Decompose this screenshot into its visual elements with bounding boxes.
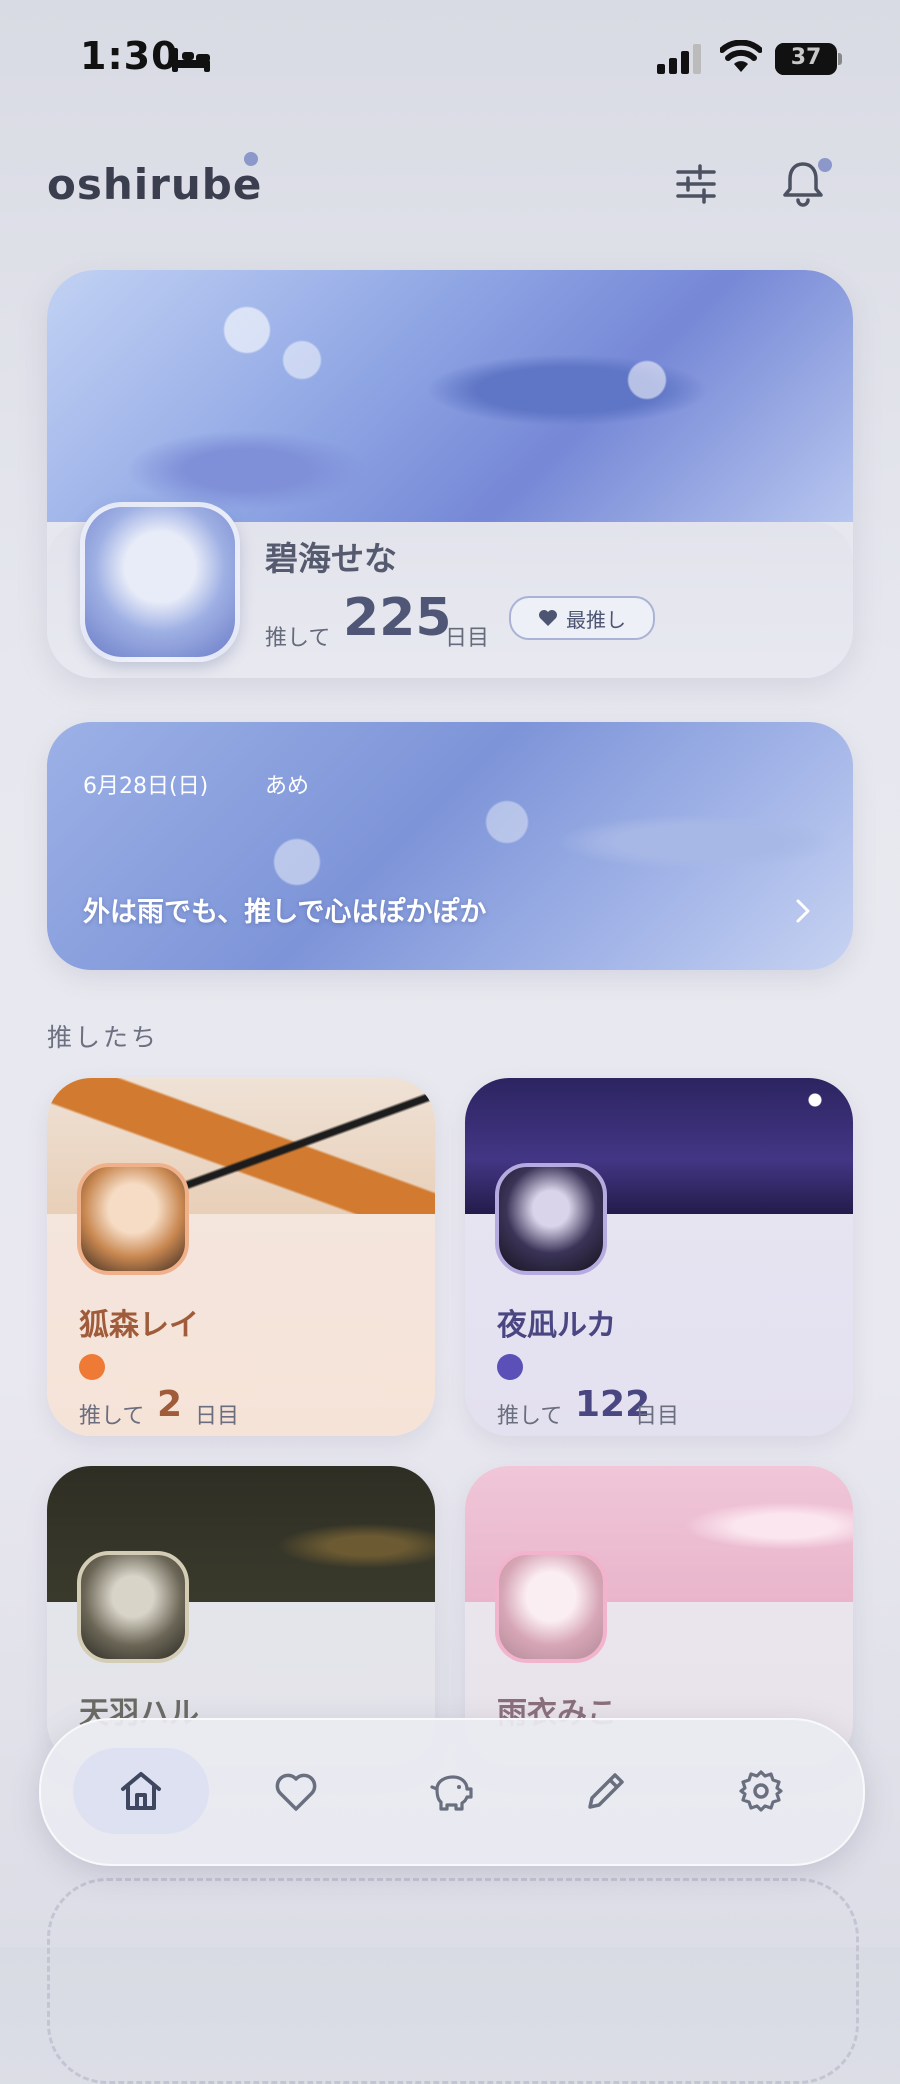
oshi-avatar — [77, 1163, 189, 1275]
home-icon — [121, 1772, 161, 1810]
favorite-badge: 最推し — [509, 596, 655, 640]
status-time: 1:30 — [80, 34, 179, 78]
featured-avatar — [80, 502, 240, 662]
section-title-oshi-list: 推したち — [47, 1023, 160, 1052]
oshi-days-suffix: 日目 — [635, 1404, 680, 1429]
favorite-badge-label: 最推し — [566, 607, 626, 632]
featured-days-count: 225 — [343, 588, 452, 648]
battery-tip — [838, 53, 842, 65]
oshi-card[interactable]: 夜凪ルカ 推して 122 日目 — [465, 1078, 853, 1436]
oshi-avatar — [495, 1163, 607, 1275]
logo-dot — [244, 152, 258, 166]
oshi-days-count: 2 — [157, 1384, 183, 1425]
oshi-days-suffix: 日目 — [195, 1404, 240, 1429]
nav-write[interactable] — [538, 1748, 674, 1834]
notification-dot — [818, 158, 832, 172]
piggy-bank-icon — [430, 1775, 473, 1811]
message-text: 外は雨でも、推しで心はぽかぽか — [83, 897, 487, 928]
app-logo: oshirube — [47, 160, 263, 209]
wifi-icon — [720, 40, 762, 72]
oshi-name: 狐森レイ — [79, 1308, 199, 1343]
nav-settings[interactable] — [693, 1748, 829, 1834]
oshi-avatar — [495, 1551, 607, 1663]
battery-indicator: 37 — [775, 43, 837, 75]
add-oshi-placeholder[interactable] — [47, 1878, 859, 2084]
oshi-color-dot — [79, 1354, 105, 1380]
featured-days-prefix: 推して — [265, 626, 331, 651]
cellular-signal-icon — [657, 44, 701, 74]
oshi-card[interactable]: 狐森レイ 推して 2 日目 — [47, 1078, 435, 1436]
nav-home[interactable] — [73, 1748, 209, 1834]
message-date: 6月28日(日) — [83, 774, 209, 799]
heart-icon — [275, 1773, 317, 1811]
featured-banner-image — [47, 270, 853, 522]
gear-icon — [739, 1770, 783, 1812]
oshi-color-dot — [497, 1354, 523, 1380]
nav-favorites[interactable] — [228, 1748, 364, 1834]
pencil-icon — [588, 1773, 624, 1809]
featured-name: 碧海せな — [265, 539, 397, 578]
featured-oshi-card[interactable]: 碧海せな 推して 225 日目 最推し — [47, 270, 853, 678]
battery-level: 37 — [790, 45, 822, 70]
chevron-right-icon — [796, 899, 810, 923]
nav-savings[interactable] — [383, 1748, 519, 1834]
message-weather: あめ — [265, 774, 310, 799]
bed-icon — [172, 48, 210, 72]
oshi-avatar — [77, 1551, 189, 1663]
oshi-days-prefix: 推して — [79, 1404, 145, 1429]
bottom-nav — [39, 1718, 865, 1866]
filter-settings-icon[interactable] — [672, 160, 720, 208]
heart-icon — [539, 610, 557, 626]
oshi-days-prefix: 推して — [497, 1404, 563, 1429]
oshi-name: 夜凪ルカ — [497, 1308, 617, 1343]
featured-days-suffix: 日目 — [445, 626, 490, 651]
daily-message-card[interactable]: 6月28日(日) あめ 外は雨でも、推しで心はぽかぽか — [47, 722, 853, 970]
